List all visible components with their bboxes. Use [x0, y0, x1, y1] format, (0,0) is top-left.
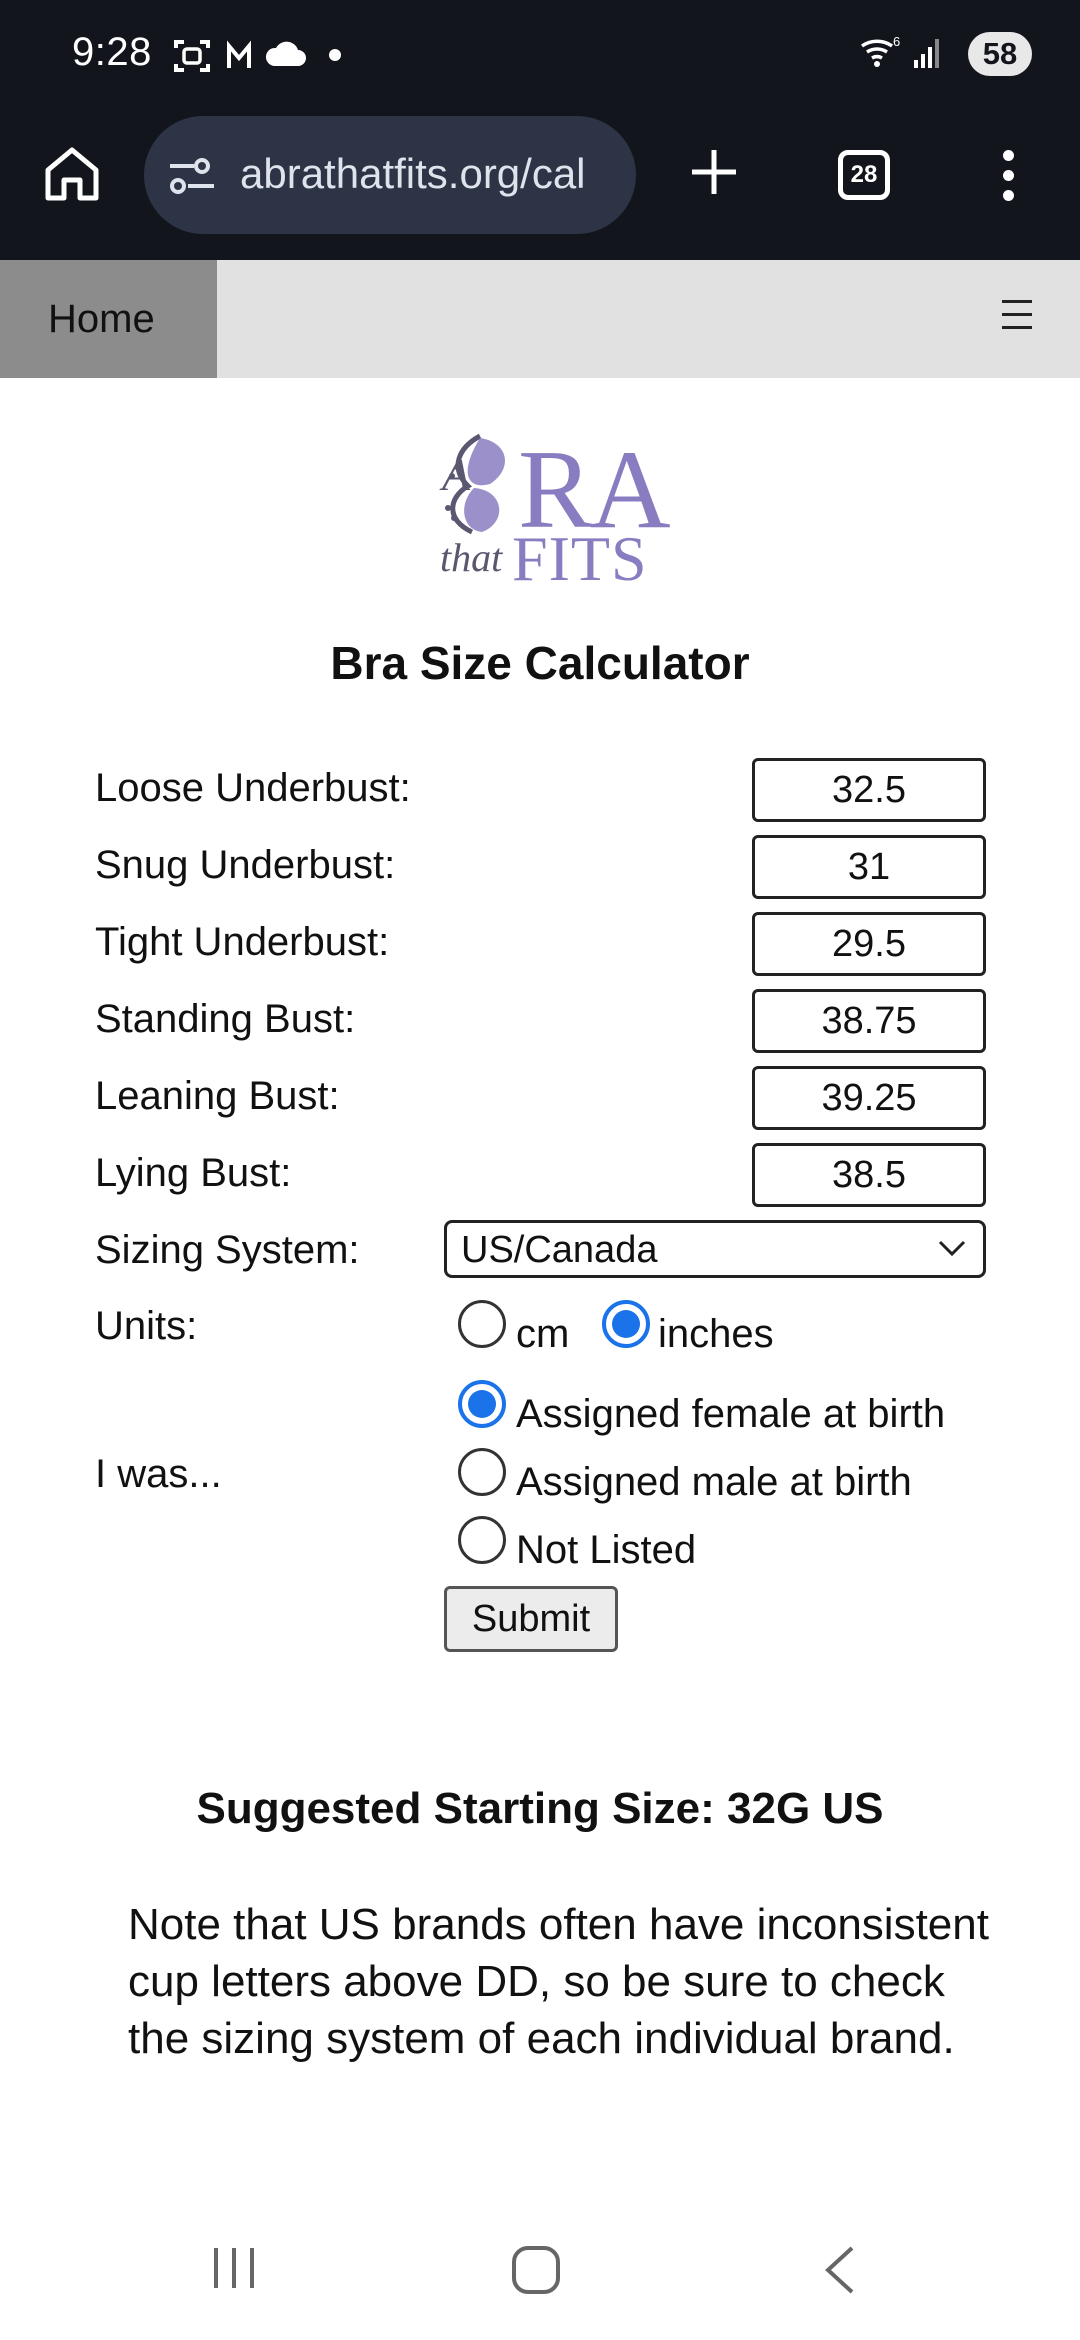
- units-label: Units:: [95, 1304, 198, 1348]
- logo-fits: FITS: [512, 523, 648, 594]
- standing-bust-input[interactable]: [752, 989, 986, 1053]
- assigned-label: I was...: [95, 1452, 222, 1496]
- assigned-female-label: Assigned female at birth: [516, 1392, 946, 1436]
- loose-underbust-input[interactable]: [752, 758, 986, 822]
- submit-button[interactable]: Submit: [444, 1586, 618, 1652]
- assigned-male-radio[interactable]: [458, 1448, 506, 1496]
- tight-underbust-label: Tight Underbust:: [95, 920, 390, 964]
- screenshot-icon: [174, 40, 210, 72]
- site-nav: Home: [0, 260, 1080, 378]
- nav-home-link[interactable]: Home: [0, 260, 217, 378]
- sizing-system-select[interactable]: US/Canada: [444, 1220, 986, 1278]
- new-tab-icon[interactable]: [688, 146, 740, 198]
- loose-underbust-label: Loose Underbust:: [95, 766, 411, 810]
- logo-letter-a: A: [442, 449, 471, 500]
- leaning-bust-input[interactable]: [752, 1066, 986, 1130]
- status-bar: 9:28 6 58: [0, 0, 1080, 110]
- assigned-female-radio[interactable]: [458, 1380, 506, 1428]
- assigned-male-label: Assigned male at birth: [516, 1460, 912, 1504]
- cloud-icon: [265, 41, 306, 66]
- snug-underbust-label: Snug Underbust:: [95, 843, 396, 887]
- suggested-size: Suggested Starting Size: 32G US: [196, 1784, 884, 1833]
- page-title: Bra Size Calculator: [330, 637, 750, 689]
- leaning-bust-label: Leaning Bust:: [95, 1074, 340, 1118]
- tight-underbust-input[interactable]: [752, 912, 986, 976]
- dot-icon: [329, 49, 341, 61]
- sizing-system-value: US/Canada: [461, 1229, 658, 1271]
- recent-apps-icon[interactable]: [210, 2242, 260, 2292]
- hamburger-icon[interactable]: [1002, 300, 1032, 334]
- gmail-icon: [227, 40, 251, 68]
- battery-icon: 58: [968, 32, 1032, 76]
- snug-underbust-input[interactable]: [752, 835, 986, 899]
- home-icon[interactable]: [40, 142, 104, 206]
- standing-bust-label: Standing Bust:: [95, 997, 356, 1041]
- lying-bust-input[interactable]: [752, 1143, 986, 1207]
- back-icon[interactable]: [820, 2244, 860, 2296]
- sizing-system-label: Sizing System:: [95, 1228, 360, 1272]
- signal-icon: [914, 39, 939, 68]
- sizing-note: Note that US brands often have inconsist…: [128, 1900, 989, 2063]
- not-listed-label: Not Listed: [516, 1528, 697, 1572]
- system-nav-bar: [0, 2200, 1080, 2340]
- tab-switcher-icon[interactable]: 28: [838, 150, 890, 200]
- lying-bust-label: Lying Bust:: [95, 1151, 292, 1195]
- units-cm-label: cm: [516, 1312, 570, 1356]
- url-bar[interactable]: abrathatfits.org/cal: [144, 116, 636, 234]
- logo-that: that: [440, 535, 503, 580]
- site-settings-icon[interactable]: [168, 156, 216, 196]
- url-text[interactable]: abrathatfits.org/cal: [240, 150, 620, 198]
- wifi-icon: 6: [860, 34, 900, 67]
- units-inches-radio[interactable]: [602, 1300, 650, 1348]
- browser-toolbar: abrathatfits.org/cal 28: [0, 110, 1080, 260]
- status-time: 9:28: [72, 30, 152, 74]
- system-home-icon[interactable]: [510, 2244, 562, 2296]
- units-inches-label: inches: [658, 1312, 774, 1356]
- svg-text:6: 6: [893, 34, 900, 49]
- site-logo[interactable]: A RA that FITS: [428, 428, 671, 594]
- overflow-menu-icon[interactable]: [996, 150, 1020, 206]
- chevron-down-icon: [938, 1240, 966, 1257]
- units-cm-radio[interactable]: [458, 1300, 506, 1348]
- not-listed-radio[interactable]: [458, 1516, 506, 1564]
